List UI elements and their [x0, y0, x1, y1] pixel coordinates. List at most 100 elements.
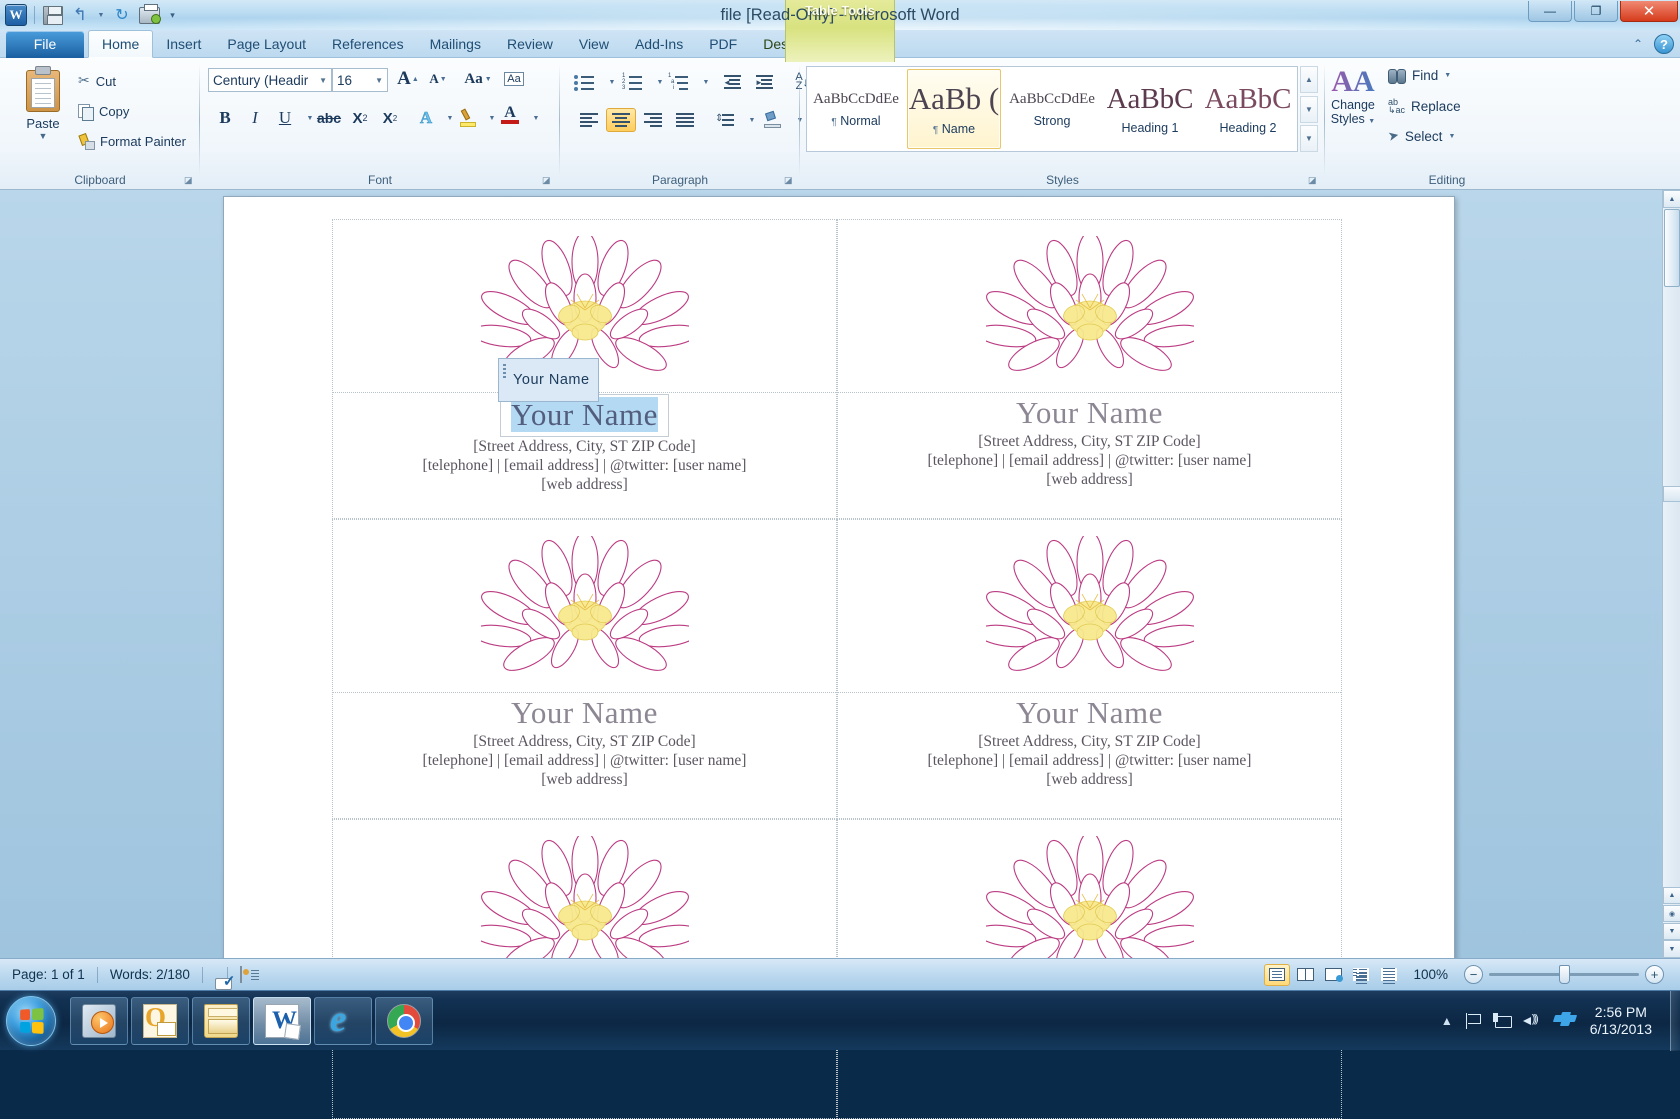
help-icon[interactable]: ?: [1654, 34, 1674, 54]
tab-home[interactable]: Home: [88, 30, 154, 58]
vertical-scrollbar[interactable]: ▲ ▲ ◉ ▼ ▼: [1662, 190, 1680, 958]
bold-button[interactable]: B: [212, 106, 238, 130]
zoom-in-button[interactable]: +: [1645, 965, 1664, 984]
print-layout-view-button[interactable]: [1264, 963, 1291, 986]
align-center-icon[interactable]: [606, 108, 636, 132]
card-contact-line[interactable]: [telephone] | [email address] | @twitter…: [838, 751, 1341, 770]
text-effects-button[interactable]: A: [412, 106, 440, 130]
decrease-indent-icon[interactable]: ◄: [718, 70, 748, 94]
line-spacing-icon[interactable]: ⇕: [710, 108, 740, 132]
align-right-icon[interactable]: [638, 108, 668, 132]
style-strong[interactable]: AaBbCcDdEе Strong: [1005, 69, 1099, 149]
style-normal[interactable]: AaBbCcDdEе ¶ Normal: [809, 69, 903, 149]
highlight-icon[interactable]: [454, 106, 482, 130]
business-card[interactable]: Your Name [Street Address, City, ST ZIP …: [837, 519, 1342, 819]
zoom-out-button[interactable]: −: [1464, 965, 1483, 984]
align-left-icon[interactable]: [574, 108, 604, 132]
taskbar-google-chrome[interactable]: [375, 996, 433, 1045]
superscript-button[interactable]: X2: [376, 106, 404, 130]
increase-indent-icon[interactable]: ►: [750, 70, 780, 94]
grow-font-button[interactable]: A ▲: [394, 67, 422, 91]
select-button[interactable]: ➤ Select ▼: [1386, 127, 1455, 144]
bullets-icon[interactable]: [570, 70, 600, 94]
tab-review[interactable]: Review: [494, 31, 566, 58]
strikethrough-button[interactable]: abc: [314, 106, 344, 130]
multilevel-list-icon[interactable]: 1ai: [664, 70, 694, 94]
taskbar-internet-explorer[interactable]: [314, 996, 372, 1045]
zoom-slider[interactable]: [1489, 965, 1639, 984]
outline-view-button[interactable]: [1348, 964, 1374, 986]
undo-dropdown-icon[interactable]: ▼: [95, 3, 107, 27]
tab-add-ins[interactable]: Add-Ins: [622, 31, 696, 58]
content-control-tag[interactable]: Your Name: [498, 358, 599, 402]
select-browse-object-icon[interactable]: ◉: [1663, 905, 1680, 922]
paste-dropdown-icon[interactable]: ▼: [39, 131, 48, 141]
clock[interactable]: 2:56 PM 6/13/2013: [1586, 1004, 1666, 1038]
card-web-line[interactable]: [web address]: [333, 475, 836, 494]
full-screen-reading-view-button[interactable]: [1292, 964, 1318, 986]
select-dropdown-icon[interactable]: ▼: [1448, 133, 1455, 140]
font-color-dropdown-icon[interactable]: ▼: [524, 106, 548, 130]
start-button[interactable]: [6, 995, 56, 1046]
redo-icon[interactable]: ↻: [110, 3, 134, 27]
cut-button[interactable]: ✂ Cut: [78, 70, 116, 92]
scroll-up-icon[interactable]: ▲: [1663, 190, 1680, 208]
zoom-slider-thumb[interactable]: [1559, 965, 1570, 984]
styles-scroll-up-icon[interactable]: ▲: [1300, 66, 1318, 93]
font-family-input[interactable]: Century (Headir ▼: [208, 68, 332, 92]
chevron-down-icon[interactable]: ▼: [372, 76, 383, 85]
clear-formatting-button[interactable]: Aa: [500, 67, 528, 91]
clipboard-dialog-launcher[interactable]: ◪: [184, 175, 195, 186]
copy-button[interactable]: Copy: [78, 100, 129, 122]
dropbox-icon[interactable]: [1552, 1011, 1577, 1030]
network-icon[interactable]: [1492, 1012, 1512, 1029]
format-painter-button[interactable]: Format Painter: [78, 130, 186, 152]
card-address-line[interactable]: [Street Address, City, ST ZIP Code]: [333, 732, 836, 751]
shading-icon[interactable]: [758, 108, 788, 132]
show-desktop-button[interactable]: [1670, 990, 1680, 1051]
volume-icon[interactable]: [1522, 1013, 1542, 1029]
restore-button[interactable]: ❐: [1574, 1, 1618, 22]
card-address-line[interactable]: [Street Address, City, ST ZIP Code]: [838, 732, 1341, 751]
draft-view-button[interactable]: [1376, 964, 1402, 986]
font-size-input[interactable]: 16 ▼: [332, 68, 388, 92]
tab-pdf[interactable]: PDF: [696, 31, 750, 58]
business-card[interactable]: Your Name [Street Address, City, ST ZIP …: [332, 519, 837, 819]
subscript-button[interactable]: X2: [346, 106, 374, 130]
paragraph-dialog-launcher[interactable]: ◪: [784, 175, 795, 186]
card-name-line[interactable]: Your Name: [838, 694, 1341, 732]
tab-page-layout[interactable]: Page Layout: [214, 31, 319, 58]
page-indicator[interactable]: Page: 1 of 1: [0, 967, 97, 982]
word-app-icon[interactable]: W: [4, 3, 28, 27]
taskbar-microsoft-outlook[interactable]: [131, 996, 189, 1045]
card-name-line[interactable]: Your Name: [333, 694, 836, 732]
word-count[interactable]: Words: 2/180: [98, 967, 202, 982]
font-color-button[interactable]: A: [496, 102, 524, 126]
card-name-line[interactable]: Your Name Your Name: [333, 358, 836, 437]
print-preview-icon[interactable]: [137, 3, 161, 27]
action-center-flag-icon[interactable]: [1465, 1012, 1481, 1029]
document-canvas[interactable]: ⊞: [0, 190, 1680, 1119]
style-heading-1[interactable]: AaBbC Heading 1: [1103, 69, 1197, 149]
change-case-button[interactable]: Aa ▼: [460, 67, 496, 91]
business-card[interactable]: Your Name [Street Address, City, ST ZIP …: [837, 219, 1342, 519]
card-name-line[interactable]: Your Name: [838, 394, 1341, 432]
scrollbar-thumb[interactable]: [1664, 209, 1680, 287]
zoom-level[interactable]: 100%: [1403, 967, 1458, 982]
card-web-line[interactable]: [web address]: [838, 770, 1341, 789]
tab-insert[interactable]: Insert: [153, 31, 214, 58]
replace-button[interactable]: ab ↳ac Replace: [1388, 98, 1461, 115]
shrink-font-button[interactable]: A ▼: [424, 67, 452, 91]
split-window-handle[interactable]: [1663, 486, 1680, 502]
undo-icon[interactable]: ↰: [68, 3, 92, 27]
tab-references[interactable]: References: [319, 31, 417, 58]
styles-dialog-launcher[interactable]: ◪: [1308, 175, 1319, 186]
find-button[interactable]: Find ▼: [1388, 68, 1451, 84]
style-name[interactable]: AaBb ( ¶ Name: [907, 69, 1001, 149]
card-web-line[interactable]: [web address]: [838, 470, 1341, 489]
numbering-icon[interactable]: 123: [618, 70, 648, 94]
tab-mailings[interactable]: Mailings: [417, 31, 494, 58]
find-dropdown-icon[interactable]: ▼: [1444, 72, 1451, 79]
tab-file[interactable]: File: [6, 31, 84, 58]
font-dialog-launcher[interactable]: ◪: [542, 175, 553, 186]
